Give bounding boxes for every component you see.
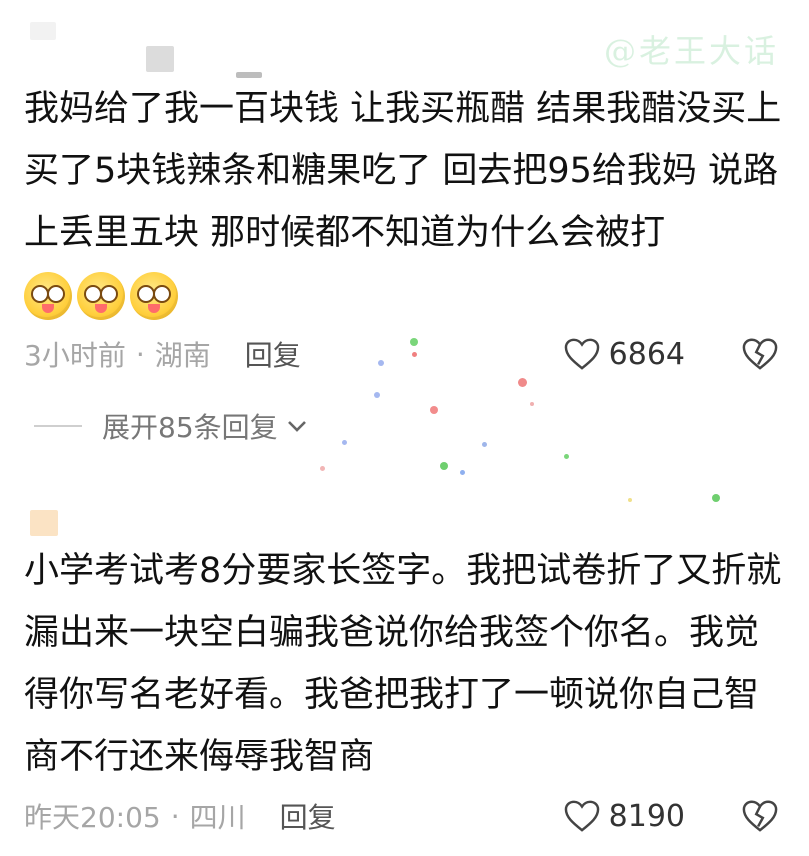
confetti-dot bbox=[482, 442, 487, 447]
broken-heart-icon[interactable] bbox=[741, 336, 779, 372]
confetti-dot bbox=[320, 466, 325, 471]
comment-2-text: 小学考试考8分要家长签字。我把试卷折了又折就漏出来一块空白骗我爸说你给我签个你名… bbox=[24, 551, 782, 777]
expand-divider-line bbox=[34, 425, 82, 427]
meta-separator: · bbox=[170, 799, 180, 833]
confetti-dot bbox=[518, 378, 527, 387]
comment-1: 我妈给了我一百块钱 让我买瓶醋 结果我醋没买上 买了5块钱辣条和糖果吃了 回去把… bbox=[24, 78, 784, 320]
comment-1-emojis bbox=[24, 272, 784, 320]
comment-2-time: 昨天20:05 bbox=[24, 801, 161, 834]
comment-2-avatar[interactable] bbox=[30, 510, 58, 536]
drooling-face-emoji-icon bbox=[24, 272, 72, 320]
comment-1-time: 3小时前 bbox=[24, 339, 126, 372]
comment-1-like-button[interactable]: 6864 bbox=[563, 337, 685, 372]
watermark: @老王大话 bbox=[603, 32, 779, 70]
confetti-dot bbox=[530, 402, 534, 406]
broken-heart-icon[interactable] bbox=[741, 798, 779, 834]
confetti-dot bbox=[374, 392, 380, 398]
drooling-face-emoji-icon bbox=[77, 272, 125, 320]
drooling-face-emoji-icon bbox=[130, 272, 178, 320]
comment-1-location: 湖南 bbox=[154, 339, 211, 372]
comment-1-text: 我妈给了我一百块钱 让我买瓶醋 结果我醋没买上 买了5块钱辣条和糖果吃了 回去把… bbox=[24, 89, 782, 253]
comment-1-reply-button[interactable]: 回复 bbox=[245, 334, 301, 374]
expand-replies-label: 展开85条回复 bbox=[102, 411, 278, 444]
comment-2-meta: 昨天20:05 · 四川 回复 8190 bbox=[24, 794, 779, 838]
comment-2-location: 四川 bbox=[189, 801, 246, 834]
comment-2-reply-button[interactable]: 回复 bbox=[280, 796, 336, 836]
comment-2-like-button[interactable]: 8190 bbox=[563, 799, 685, 834]
comment-1-username[interactable] bbox=[146, 46, 174, 72]
heart-outline-icon bbox=[564, 338, 599, 370]
expand-replies-button[interactable]: 展开85条回复 bbox=[34, 404, 308, 448]
confetti-dot bbox=[440, 462, 448, 470]
confetti-dot bbox=[342, 440, 347, 445]
confetti-dot bbox=[412, 352, 417, 357]
meta-separator: · bbox=[135, 337, 145, 371]
confetti-dot bbox=[460, 470, 465, 475]
confetti-dot bbox=[378, 360, 384, 366]
heart-outline-icon bbox=[564, 800, 599, 832]
comment-2-like-count: 8190 bbox=[608, 798, 685, 834]
confetti-dot bbox=[712, 494, 720, 502]
confetti-dot bbox=[430, 406, 438, 414]
comment-1-meta: 3小时前 · 湖南 回复 6864 bbox=[24, 332, 779, 376]
comment-feed: @老王大话 我妈给了我一百块钱 让我买瓶醋 结果我醋没买上 买了5块钱辣条和糖果… bbox=[0, 0, 809, 856]
comment-1-avatar[interactable] bbox=[30, 22, 56, 40]
comment-2: 小学考试考8分要家长签字。我把试卷折了又折就漏出来一块空白骗我爸说你给我签个你名… bbox=[24, 540, 784, 788]
confetti-dot bbox=[564, 454, 569, 459]
comment-1-like-count: 6864 bbox=[608, 336, 685, 372]
confetti-dot bbox=[628, 498, 632, 502]
confetti-dot bbox=[410, 338, 418, 346]
chevron-down-icon bbox=[287, 421, 306, 432]
